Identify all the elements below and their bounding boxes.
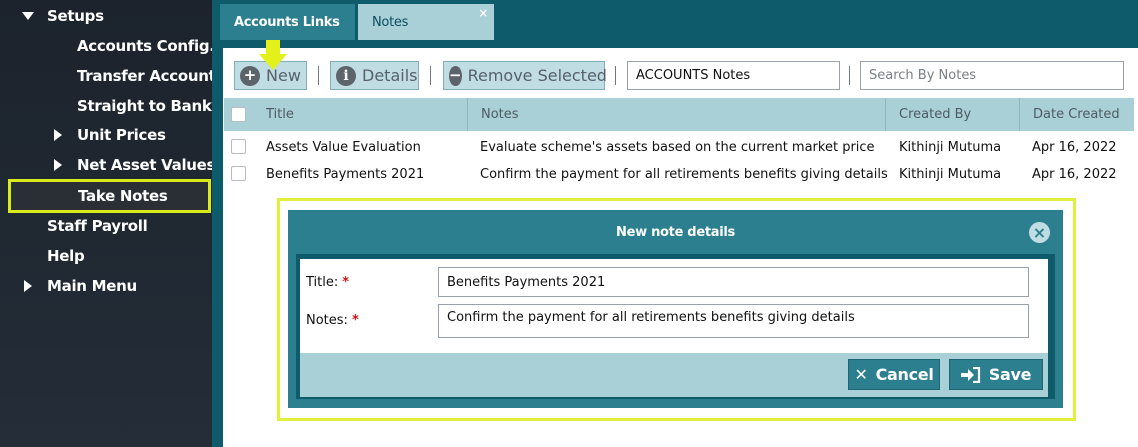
- title-input[interactable]: [438, 267, 1029, 297]
- down-arrow-marker-icon: [259, 40, 287, 70]
- table-row[interactable]: Assets Value Evaluation Evaluate scheme'…: [224, 133, 1134, 161]
- tab-notes[interactable]: Notes ×: [358, 4, 494, 40]
- sidebar-item-help[interactable]: Help: [0, 241, 212, 271]
- cell-date-created: Apr 16, 2022: [1032, 139, 1117, 155]
- minus-circle-icon: −: [449, 65, 462, 86]
- caret-right-icon: [54, 159, 62, 171]
- sidebar-item-label: Unit Prices: [77, 126, 166, 144]
- cell-notes: Confirm the payment for all retirements …: [480, 166, 888, 182]
- row-checkbox[interactable]: [231, 139, 246, 154]
- sidebar-item-label: Staff Payroll: [47, 217, 148, 235]
- cell-notes: Evaluate scheme's assets based on the cu…: [480, 139, 875, 155]
- caret-right-icon: [54, 129, 62, 141]
- sidebar-item-take-notes[interactable]: Take Notes: [8, 179, 211, 213]
- tab-bar: Accounts Links Notes ×: [212, 0, 1138, 40]
- tab-accounts-links[interactable]: Accounts Links: [220, 4, 355, 40]
- save-button[interactable]: Save: [949, 359, 1043, 390]
- caret-right-icon: [24, 280, 32, 292]
- dialog-title: New note details: [616, 224, 735, 240]
- cell-title: Assets Value Evaluation: [266, 139, 421, 155]
- sidebar-item-label: Help: [47, 247, 85, 265]
- details-button-label: Details: [362, 66, 418, 85]
- tab-label: Accounts Links: [234, 14, 340, 30]
- details-button[interactable]: i Details: [330, 61, 419, 90]
- sidebar-item-net-asset-values[interactable]: Net Asset Values: [0, 150, 212, 180]
- sidebar-item-transfer-account[interactable]: Transfer Account...: [0, 61, 212, 91]
- sidebar-item-label: Main Menu: [47, 277, 137, 295]
- sidebar-item-unit-prices[interactable]: Unit Prices: [0, 120, 212, 150]
- sidebar-item-label: Take Notes: [78, 187, 168, 205]
- sidebar-item-label: Straight to Bank ...: [77, 97, 212, 115]
- sidebar: Setups Accounts Config... Transfer Accou…: [0, 0, 212, 447]
- cell-created-by: Kithinji Mutuma: [899, 139, 1002, 155]
- sidebar-item-setups[interactable]: Setups: [0, 1, 212, 31]
- toolbar-divider: [615, 66, 616, 85]
- x-icon: ✕: [854, 365, 868, 384]
- remove-selected-label: Remove Selected: [467, 66, 607, 85]
- sidebar-item-main-menu[interactable]: Main Menu: [0, 271, 212, 301]
- column-header-notes[interactable]: Notes: [468, 98, 886, 131]
- select-all-checkbox[interactable]: [231, 107, 246, 122]
- notes-field-label: Notes: *: [306, 313, 359, 328]
- search-input[interactable]: [860, 61, 1124, 90]
- column-header-created-by[interactable]: Created By: [886, 98, 1020, 131]
- cell-created-by: Kithinji Mutuma: [899, 166, 1002, 182]
- cell-date-created: Apr 16, 2022: [1032, 166, 1117, 182]
- title-field-label: Title: *: [306, 275, 350, 290]
- sidebar-item-label: Transfer Account...: [77, 67, 212, 85]
- cell-title: Benefits Payments 2021: [266, 166, 425, 182]
- sidebar-item-accounts-config[interactable]: Accounts Config...: [0, 31, 212, 61]
- table-row[interactable]: Benefits Payments 2021 Confirm the payme…: [224, 160, 1134, 188]
- table-header: Title Notes Created By Date Created: [224, 98, 1134, 131]
- tab-label: Notes: [372, 14, 409, 30]
- sign-in-arrow-icon: [960, 366, 980, 383]
- sidebar-item-staff-payroll[interactable]: Staff Payroll: [0, 211, 212, 241]
- column-header-date-created[interactable]: Date Created: [1020, 98, 1134, 131]
- row-checkbox[interactable]: [231, 166, 246, 181]
- sidebar-item-label: Net Asset Values: [77, 156, 212, 174]
- required-mark: *: [342, 275, 350, 290]
- column-header-title[interactable]: Title: [253, 98, 468, 131]
- toolbar-divider: [849, 66, 850, 85]
- remove-selected-button[interactable]: − Remove Selected: [443, 61, 607, 90]
- toolbar-divider: [318, 66, 319, 85]
- sidebar-item-label: Accounts Config...: [77, 37, 212, 55]
- close-icon[interactable]: ×: [478, 6, 488, 20]
- close-circle-icon[interactable]: ×: [1029, 222, 1050, 243]
- sidebar-item-label: Setups: [47, 7, 104, 25]
- sidebar-item-straight-to-bank[interactable]: Straight to Bank ...: [0, 91, 212, 121]
- toolbar-divider: [430, 66, 431, 85]
- notebook-name-field[interactable]: [627, 61, 840, 90]
- required-mark: *: [351, 313, 359, 328]
- caret-down-icon: [22, 12, 34, 20]
- notes-textarea[interactable]: Confirm the payment for all retirements …: [438, 304, 1029, 338]
- info-circle-icon: i: [336, 65, 356, 86]
- cancel-button[interactable]: ✕ Cancel: [848, 359, 940, 390]
